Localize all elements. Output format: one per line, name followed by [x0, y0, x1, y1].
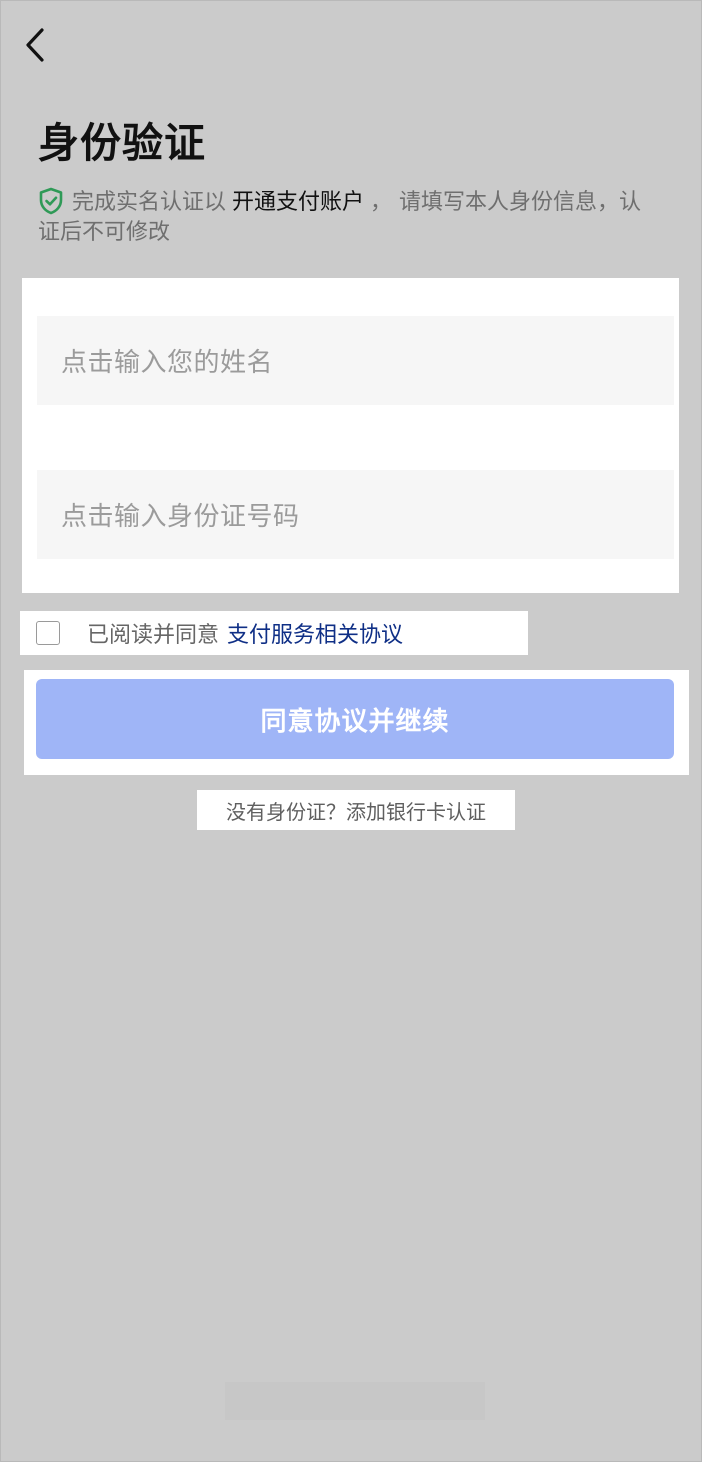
- agreement-checkbox[interactable]: [36, 621, 60, 645]
- verification-notice: 完成实名认证以 开通支付账户， 请填写本人身份信息，认证后不可修改: [38, 187, 648, 248]
- identity-verification-screen: 身份验证 完成实名认证以 开通支付账户， 请填写本人身份信息，认证后不可修改 点击…: [0, 0, 702, 1462]
- name-input-placeholder: 点击输入您的姓名: [61, 348, 274, 378]
- bank-card-verification-link[interactable]: 没有身份证？添加银行卡认证: [197, 790, 515, 830]
- continue-button-panel: 同意协议并继续: [24, 670, 689, 775]
- agree-and-continue-button[interactable]: 同意协议并继续: [36, 679, 674, 759]
- id-number-input[interactable]: 点击输入身份证号码: [37, 470, 674, 559]
- chevron-left-icon: [26, 28, 44, 62]
- agreement-text: 已阅读并同意: [87, 623, 220, 648]
- agreement-row: 已阅读并同意 支付服务相关协议: [20, 611, 528, 655]
- home-indicator: [225, 1382, 485, 1420]
- name-input[interactable]: 点击输入您的姓名: [37, 316, 674, 405]
- identity-form: 点击输入您的姓名 点击输入身份证号码: [22, 278, 679, 593]
- shield-check-icon: [39, 187, 63, 215]
- notice-text-before: 完成实名认证以: [72, 190, 227, 215]
- id-number-input-placeholder: 点击输入身份证号码: [61, 502, 300, 532]
- page-title: 身份验证: [38, 119, 206, 167]
- payment-agreement-link[interactable]: 支付服务相关协议: [227, 617, 403, 649]
- notice-highlight: 开通支付账户: [232, 190, 365, 215]
- back-button[interactable]: [15, 21, 55, 69]
